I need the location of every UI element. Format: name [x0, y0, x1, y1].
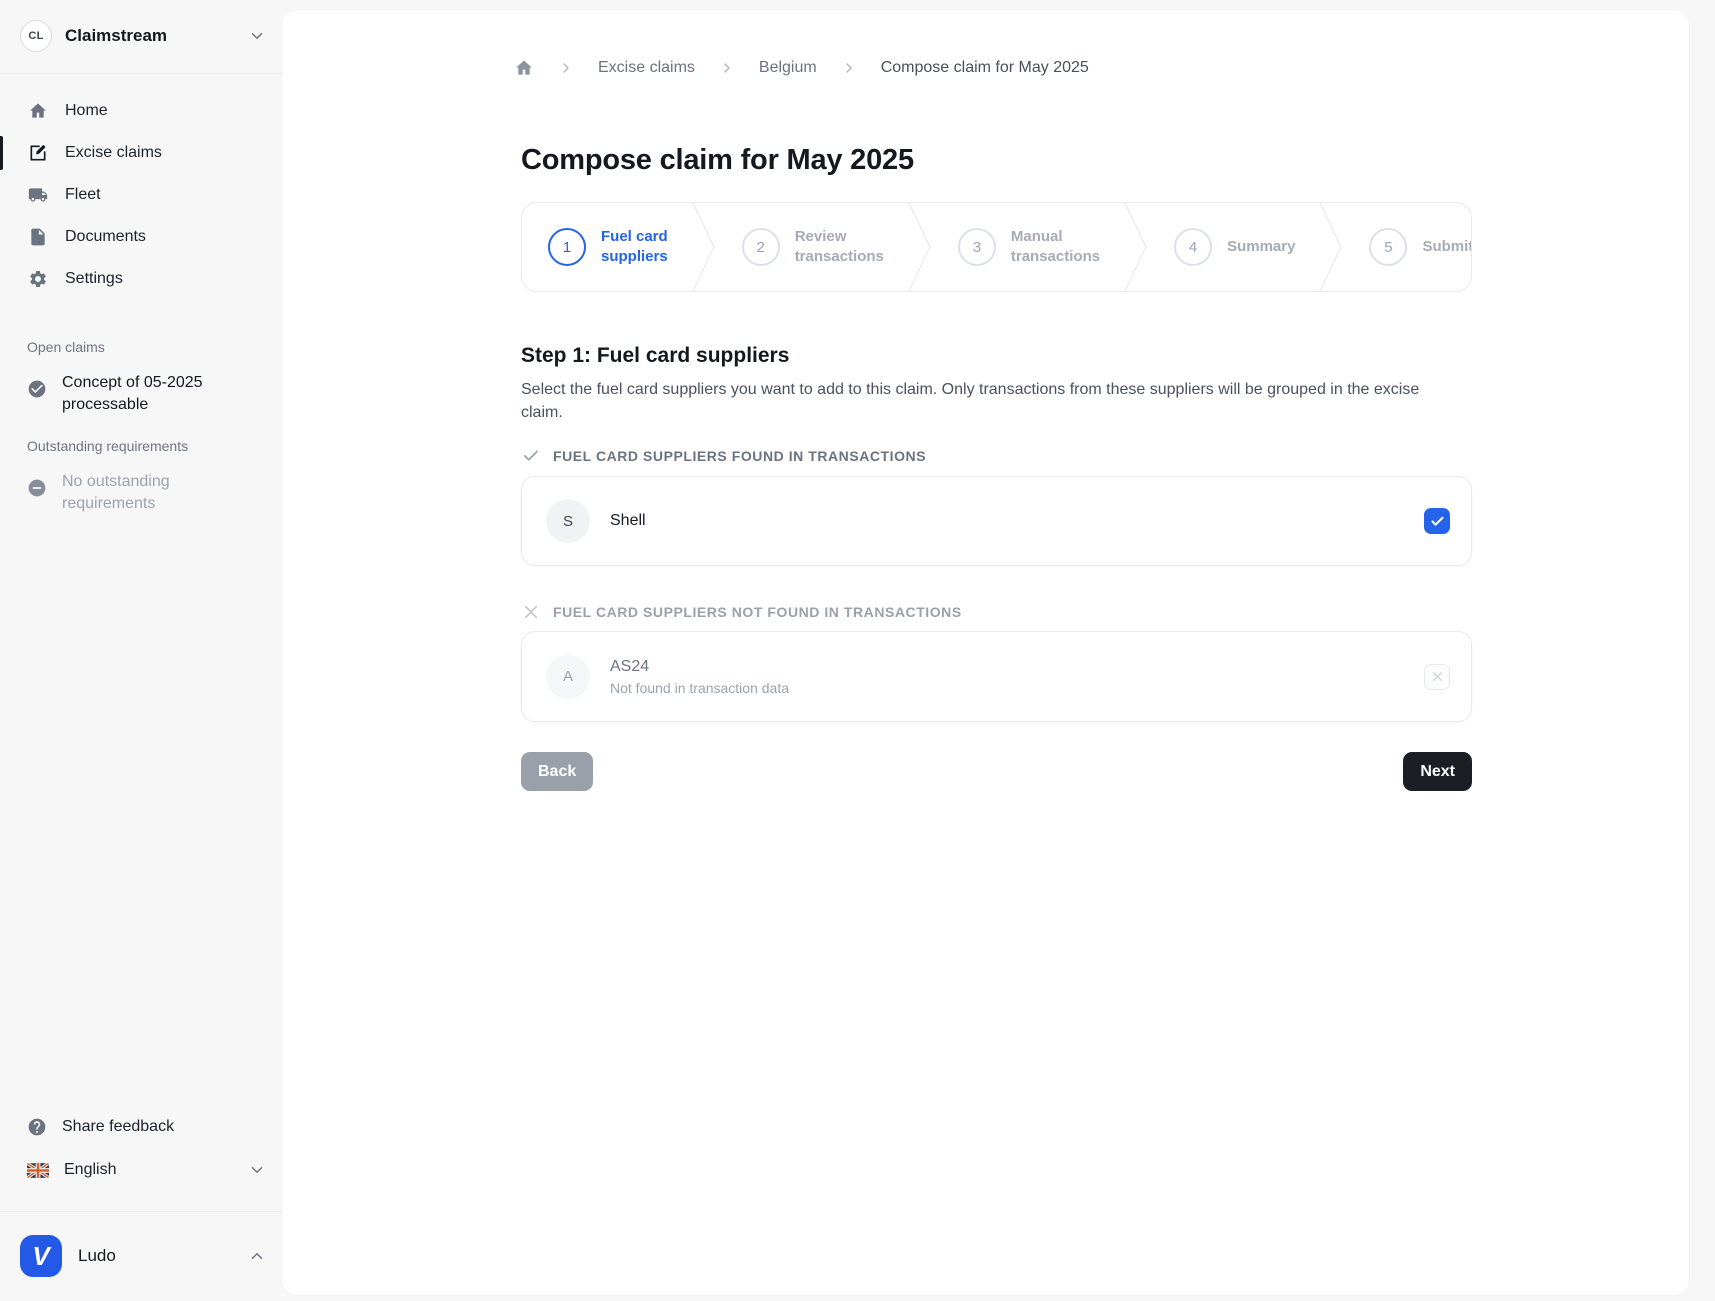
- chevron-down-icon: [248, 1161, 266, 1179]
- language-label: English: [64, 1161, 233, 1179]
- no-outstanding-item: No outstanding requirements: [27, 471, 266, 515]
- step-review-transactions[interactable]: 2 Review transactions: [716, 203, 908, 291]
- step-fuel-card-suppliers[interactable]: 1 Fuel card suppliers: [522, 203, 692, 291]
- step-separator-icon: [692, 203, 716, 291]
- suppliers-not-found-section-header: FUEL CARD SUPPLIERS NOT FOUND IN TRANSAC…: [522, 603, 962, 621]
- x-icon: [522, 603, 540, 621]
- step-number: 1: [548, 228, 586, 266]
- supplier-note: Not found in transaction data: [610, 680, 1424, 696]
- help-circle-icon: [27, 1117, 47, 1137]
- sidebar-item-settings[interactable]: Settings: [0, 258, 282, 300]
- chevron-right-icon: [841, 60, 857, 76]
- edit-square-icon: [28, 143, 48, 163]
- sidebar-item-label: Documents: [65, 228, 146, 246]
- supplier-checkbox-disabled: [1424, 664, 1450, 690]
- supplier-checkbox-checked[interactable]: [1424, 508, 1450, 534]
- sidebar-item-label: Home: [65, 102, 108, 120]
- minus-circle-icon: [27, 478, 47, 498]
- check-icon: [522, 447, 540, 465]
- open-claims-label: Open claims: [27, 339, 105, 355]
- check-circle-icon: [27, 379, 47, 399]
- step-number: 4: [1174, 228, 1212, 266]
- breadcrumb-current: Compose claim for May 2025: [881, 59, 1089, 77]
- uk-flag-icon: [27, 1163, 49, 1178]
- breadcrumb-belgium[interactable]: Belgium: [759, 59, 817, 77]
- next-button[interactable]: Next: [1403, 752, 1472, 791]
- avatar: A: [546, 655, 590, 699]
- step-label: Fuel card suppliers: [601, 227, 668, 268]
- back-button[interactable]: Back: [521, 752, 593, 791]
- open-claim-title: Concept of 05-2025 processable: [62, 372, 266, 416]
- step-description: Select the fuel card suppliers you want …: [521, 378, 1459, 424]
- gear-icon: [28, 269, 48, 289]
- workspace-switcher[interactable]: CL Claimstream: [20, 14, 266, 58]
- step-number: 2: [742, 228, 780, 266]
- workspace-name: Claimstream: [65, 26, 235, 46]
- step-separator-icon: [908, 203, 932, 291]
- language-selector[interactable]: English: [27, 1152, 266, 1188]
- supplier-name: AS24: [610, 658, 1424, 676]
- sidebar-item-label: Excise claims: [65, 144, 162, 162]
- breadcrumb: Excise claims Belgium Compose claim for …: [514, 58, 1089, 78]
- wizard-actions: Back Next: [521, 752, 1472, 791]
- active-indicator: [0, 136, 3, 170]
- main-panel: Excise claims Belgium Compose claim for …: [282, 10, 1689, 1295]
- suppliers-found-label: FUEL CARD SUPPLIERS FOUND IN TRANSACTION…: [553, 448, 926, 464]
- step-manual-transactions[interactable]: 3 Manual transactions: [932, 203, 1124, 291]
- sidebar-item-label: Fleet: [65, 186, 101, 204]
- sidebar-item-home[interactable]: Home: [0, 90, 282, 132]
- user-menu[interactable]: V Ludo: [20, 1232, 266, 1280]
- sidebar: CL Claimstream Home Excise claims: [0, 0, 282, 1301]
- truck-icon: [28, 185, 48, 205]
- supplier-name: Shell: [610, 512, 1424, 530]
- sidebar-item-fleet[interactable]: Fleet: [0, 174, 282, 216]
- user-logo: V: [20, 1235, 62, 1277]
- step-label: Summary: [1227, 237, 1295, 257]
- workspace-avatar: CL: [20, 20, 52, 52]
- step-separator-icon: [1319, 203, 1343, 291]
- suppliers-found-section-header: FUEL CARD SUPPLIERS FOUND IN TRANSACTION…: [522, 447, 926, 465]
- step-separator-icon: [1124, 203, 1148, 291]
- breadcrumb-excise-claims[interactable]: Excise claims: [598, 59, 695, 77]
- outstanding-requirements-label: Outstanding requirements: [27, 438, 188, 454]
- step-label: Submit: [1422, 237, 1472, 257]
- home-icon: [28, 101, 48, 121]
- chevron-right-icon: [558, 60, 574, 76]
- sidebar-item-documents[interactable]: Documents: [0, 216, 282, 258]
- sidebar-nav: Home Excise claims Fleet Documents: [0, 90, 282, 300]
- step-label: Review transactions: [795, 227, 884, 268]
- sidebar-item-label: Settings: [65, 270, 123, 288]
- wizard-stepper: 1 Fuel card suppliers 2 Review transacti…: [521, 202, 1472, 292]
- chevron-right-icon: [719, 60, 735, 76]
- home-breadcrumb-icon[interactable]: [514, 58, 534, 78]
- step-label: Manual transactions: [1011, 227, 1100, 268]
- app-window: CL Claimstream Home Excise claims: [0, 0, 1715, 1301]
- open-claim-item[interactable]: Concept of 05-2025 processable: [27, 372, 266, 416]
- user-name: Ludo: [78, 1246, 232, 1266]
- document-icon: [28, 227, 48, 247]
- supplier-row-as24: A AS24 Not found in transaction data: [521, 631, 1472, 722]
- sidebar-divider-bottom: [0, 1211, 282, 1212]
- sidebar-item-excise-claims[interactable]: Excise claims: [0, 132, 282, 174]
- sidebar-divider-top: [0, 73, 282, 74]
- step-summary[interactable]: 4 Summary: [1148, 203, 1319, 291]
- chevron-down-icon: [248, 27, 266, 45]
- supplier-row-shell[interactable]: S Shell: [521, 476, 1472, 566]
- page-title: Compose claim for May 2025: [521, 144, 914, 177]
- no-outstanding-text: No outstanding requirements: [62, 471, 266, 515]
- suppliers-not-found-label: FUEL CARD SUPPLIERS NOT FOUND IN TRANSAC…: [553, 604, 962, 620]
- share-feedback-label: Share feedback: [62, 1118, 266, 1136]
- step-heading: Step 1: Fuel card suppliers: [521, 344, 789, 368]
- step-submit[interactable]: 5 Submit: [1343, 203, 1472, 291]
- step-number: 5: [1369, 228, 1407, 266]
- avatar: S: [546, 499, 590, 543]
- share-feedback-button[interactable]: Share feedback: [27, 1109, 266, 1145]
- step-number: 3: [958, 228, 996, 266]
- chevron-up-icon: [248, 1247, 266, 1265]
